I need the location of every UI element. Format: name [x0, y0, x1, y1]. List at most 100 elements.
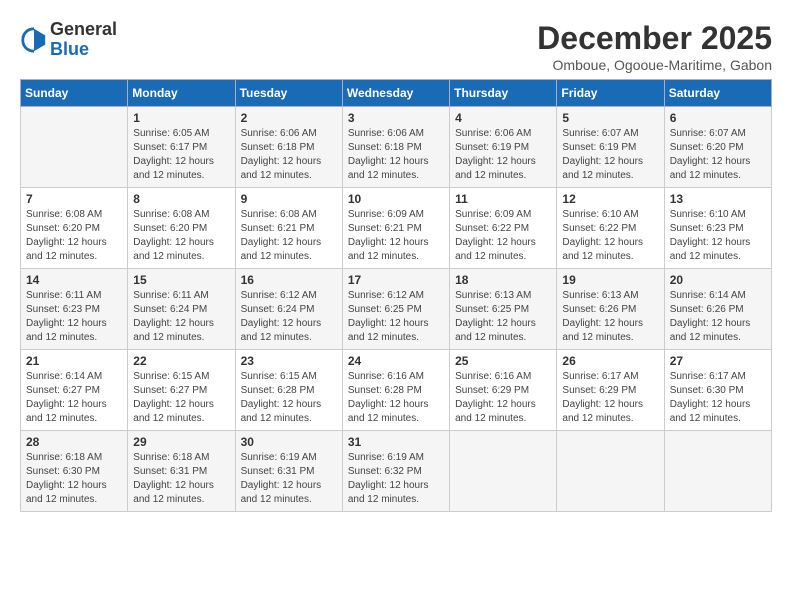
calendar-week-row: 28 Sunrise: 6:18 AMSunset: 6:30 PMDaylig… [21, 431, 772, 512]
col-sunday: Sunday [21, 80, 128, 107]
logo-icon [20, 26, 48, 54]
day-info: Sunrise: 6:13 AMSunset: 6:25 PMDaylight:… [455, 289, 551, 345]
day-info: Sunrise: 6:05 AMSunset: 6:17 PMDaylight:… [133, 127, 229, 183]
day-info: Sunrise: 6:07 AMSunset: 6:20 PMDaylight:… [670, 127, 766, 183]
col-saturday: Saturday [664, 80, 771, 107]
day-number: 11 [455, 192, 551, 206]
day-number: 9 [241, 192, 337, 206]
day-info: Sunrise: 6:18 AMSunset: 6:31 PMDaylight:… [133, 451, 229, 507]
day-number: 21 [26, 354, 122, 368]
col-tuesday: Tuesday [235, 80, 342, 107]
day-number: 25 [455, 354, 551, 368]
table-row: 31 Sunrise: 6:19 AMSunset: 6:32 PMDaylig… [342, 431, 449, 512]
day-info: Sunrise: 6:09 AMSunset: 6:21 PMDaylight:… [348, 208, 444, 264]
location-subtitle: Omboue, Ogooue-Maritime, Gabon [537, 57, 772, 73]
col-wednesday: Wednesday [342, 80, 449, 107]
day-info: Sunrise: 6:06 AMSunset: 6:18 PMDaylight:… [241, 127, 337, 183]
day-number: 2 [241, 111, 337, 125]
day-info: Sunrise: 6:10 AMSunset: 6:23 PMDaylight:… [670, 208, 766, 264]
day-number: 16 [241, 273, 337, 287]
day-number: 23 [241, 354, 337, 368]
table-row: 18 Sunrise: 6:13 AMSunset: 6:25 PMDaylig… [450, 269, 557, 350]
table-row: 20 Sunrise: 6:14 AMSunset: 6:26 PMDaylig… [664, 269, 771, 350]
day-number: 19 [562, 273, 658, 287]
calendar-week-row: 21 Sunrise: 6:14 AMSunset: 6:27 PMDaylig… [21, 350, 772, 431]
table-row: 4 Sunrise: 6:06 AMSunset: 6:19 PMDayligh… [450, 107, 557, 188]
table-row: 25 Sunrise: 6:16 AMSunset: 6:29 PMDaylig… [450, 350, 557, 431]
table-row: 2 Sunrise: 6:06 AMSunset: 6:18 PMDayligh… [235, 107, 342, 188]
table-row [664, 431, 771, 512]
day-info: Sunrise: 6:18 AMSunset: 6:30 PMDaylight:… [26, 451, 122, 507]
day-info: Sunrise: 6:06 AMSunset: 6:19 PMDaylight:… [455, 127, 551, 183]
table-row: 24 Sunrise: 6:16 AMSunset: 6:28 PMDaylig… [342, 350, 449, 431]
day-number: 26 [562, 354, 658, 368]
table-row: 14 Sunrise: 6:11 AMSunset: 6:23 PMDaylig… [21, 269, 128, 350]
day-number: 22 [133, 354, 229, 368]
day-number: 27 [670, 354, 766, 368]
table-row: 23 Sunrise: 6:15 AMSunset: 6:28 PMDaylig… [235, 350, 342, 431]
day-info: Sunrise: 6:14 AMSunset: 6:27 PMDaylight:… [26, 370, 122, 426]
day-info: Sunrise: 6:08 AMSunset: 6:20 PMDaylight:… [133, 208, 229, 264]
logo-general-text: General [50, 19, 117, 39]
table-row: 10 Sunrise: 6:09 AMSunset: 6:21 PMDaylig… [342, 188, 449, 269]
page-header: General Blue December 2025 Omboue, Ogoou… [20, 20, 772, 73]
table-row [450, 431, 557, 512]
calendar-table: Sunday Monday Tuesday Wednesday Thursday… [20, 79, 772, 512]
table-row: 13 Sunrise: 6:10 AMSunset: 6:23 PMDaylig… [664, 188, 771, 269]
table-row: 17 Sunrise: 6:12 AMSunset: 6:25 PMDaylig… [342, 269, 449, 350]
logo: General Blue [20, 20, 117, 60]
day-info: Sunrise: 6:15 AMSunset: 6:28 PMDaylight:… [241, 370, 337, 426]
month-title: December 2025 [537, 20, 772, 57]
day-number: 29 [133, 435, 229, 449]
day-number: 3 [348, 111, 444, 125]
day-info: Sunrise: 6:19 AMSunset: 6:32 PMDaylight:… [348, 451, 444, 507]
day-info: Sunrise: 6:13 AMSunset: 6:26 PMDaylight:… [562, 289, 658, 345]
table-row: 15 Sunrise: 6:11 AMSunset: 6:24 PMDaylig… [128, 269, 235, 350]
day-number: 1 [133, 111, 229, 125]
table-row: 6 Sunrise: 6:07 AMSunset: 6:20 PMDayligh… [664, 107, 771, 188]
table-row: 5 Sunrise: 6:07 AMSunset: 6:19 PMDayligh… [557, 107, 664, 188]
table-row: 29 Sunrise: 6:18 AMSunset: 6:31 PMDaylig… [128, 431, 235, 512]
day-info: Sunrise: 6:16 AMSunset: 6:29 PMDaylight:… [455, 370, 551, 426]
day-info: Sunrise: 6:17 AMSunset: 6:29 PMDaylight:… [562, 370, 658, 426]
day-number: 8 [133, 192, 229, 206]
day-number: 31 [348, 435, 444, 449]
day-info: Sunrise: 6:14 AMSunset: 6:26 PMDaylight:… [670, 289, 766, 345]
col-monday: Monday [128, 80, 235, 107]
day-number: 10 [348, 192, 444, 206]
day-info: Sunrise: 6:19 AMSunset: 6:31 PMDaylight:… [241, 451, 337, 507]
calendar-week-row: 7 Sunrise: 6:08 AMSunset: 6:20 PMDayligh… [21, 188, 772, 269]
day-info: Sunrise: 6:15 AMSunset: 6:27 PMDaylight:… [133, 370, 229, 426]
logo-blue-text: Blue [50, 39, 89, 59]
day-info: Sunrise: 6:12 AMSunset: 6:24 PMDaylight:… [241, 289, 337, 345]
day-number: 18 [455, 273, 551, 287]
day-info: Sunrise: 6:06 AMSunset: 6:18 PMDaylight:… [348, 127, 444, 183]
table-row: 11 Sunrise: 6:09 AMSunset: 6:22 PMDaylig… [450, 188, 557, 269]
col-thursday: Thursday [450, 80, 557, 107]
day-info: Sunrise: 6:07 AMSunset: 6:19 PMDaylight:… [562, 127, 658, 183]
day-number: 5 [562, 111, 658, 125]
col-friday: Friday [557, 80, 664, 107]
day-info: Sunrise: 6:12 AMSunset: 6:25 PMDaylight:… [348, 289, 444, 345]
day-info: Sunrise: 6:17 AMSunset: 6:30 PMDaylight:… [670, 370, 766, 426]
table-row: 21 Sunrise: 6:14 AMSunset: 6:27 PMDaylig… [21, 350, 128, 431]
day-info: Sunrise: 6:08 AMSunset: 6:21 PMDaylight:… [241, 208, 337, 264]
title-block: December 2025 Omboue, Ogooue-Maritime, G… [537, 20, 772, 73]
day-info: Sunrise: 6:11 AMSunset: 6:23 PMDaylight:… [26, 289, 122, 345]
day-number: 24 [348, 354, 444, 368]
table-row [21, 107, 128, 188]
day-number: 30 [241, 435, 337, 449]
day-info: Sunrise: 6:09 AMSunset: 6:22 PMDaylight:… [455, 208, 551, 264]
table-row: 27 Sunrise: 6:17 AMSunset: 6:30 PMDaylig… [664, 350, 771, 431]
table-row: 16 Sunrise: 6:12 AMSunset: 6:24 PMDaylig… [235, 269, 342, 350]
table-row: 12 Sunrise: 6:10 AMSunset: 6:22 PMDaylig… [557, 188, 664, 269]
table-row [557, 431, 664, 512]
table-row: 30 Sunrise: 6:19 AMSunset: 6:31 PMDaylig… [235, 431, 342, 512]
day-number: 14 [26, 273, 122, 287]
table-row: 26 Sunrise: 6:17 AMSunset: 6:29 PMDaylig… [557, 350, 664, 431]
table-row: 1 Sunrise: 6:05 AMSunset: 6:17 PMDayligh… [128, 107, 235, 188]
day-number: 6 [670, 111, 766, 125]
day-info: Sunrise: 6:11 AMSunset: 6:24 PMDaylight:… [133, 289, 229, 345]
day-number: 4 [455, 111, 551, 125]
table-row: 28 Sunrise: 6:18 AMSunset: 6:30 PMDaylig… [21, 431, 128, 512]
